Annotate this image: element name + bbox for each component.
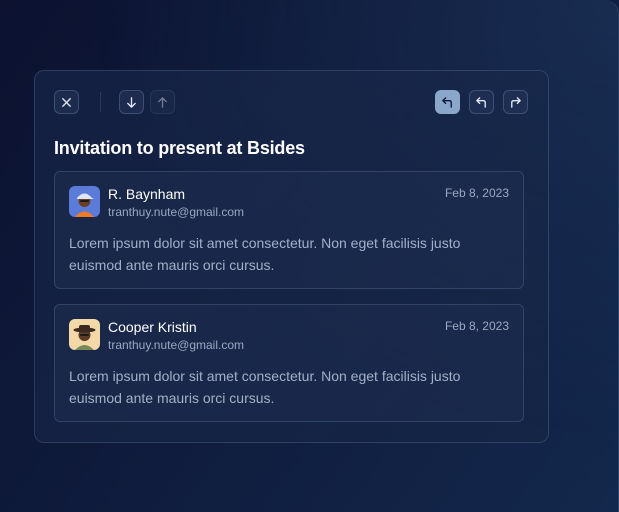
reply-icon [442, 96, 452, 108]
arrow-up-icon [158, 96, 167, 108]
message-card[interactable]: R. Baynham tranthuy.nute@gmail.com Feb 8… [54, 171, 524, 289]
window-frame: Invitation to present at Bsides R. Baynh… [0, 0, 619, 512]
reply-all-icon [476, 96, 486, 108]
sender-email: tranthuy.nute@gmail.com [108, 205, 245, 219]
email-thread-panel: Invitation to present at Bsides R. Baynh… [34, 70, 549, 443]
forward-icon [511, 96, 521, 108]
avatar [69, 319, 100, 350]
previous-message-button[interactable] [150, 90, 175, 114]
thread-toolbar [54, 90, 529, 114]
message-body: Lorem ipsum dolor sit amet consectetur. … [69, 368, 461, 406]
forward-button[interactable] [503, 90, 528, 114]
avatar [69, 186, 100, 217]
reply-all-button[interactable] [469, 90, 494, 114]
message-body: Lorem ipsum dolor sit amet consectetur. … [69, 235, 461, 273]
close-icon [62, 97, 71, 107]
sender-email: tranthuy.nute@gmail.com [108, 338, 245, 352]
reply-button[interactable] [435, 90, 460, 114]
email-subject: Invitation to present at Bsides [54, 138, 305, 158]
message-card[interactable]: Cooper Kristin tranthuy.nute@gmail.com F… [54, 304, 524, 422]
close-button[interactable] [54, 90, 79, 114]
next-message-button[interactable] [119, 90, 144, 114]
sender-name: Cooper Kristin [108, 319, 197, 335]
message-date: Feb 8, 2023 [444, 186, 509, 200]
toolbar-divider [100, 92, 101, 112]
sender-name: R. Baynham [108, 186, 186, 202]
message-date: Feb 8, 2023 [444, 319, 509, 333]
arrow-down-icon [127, 96, 136, 108]
